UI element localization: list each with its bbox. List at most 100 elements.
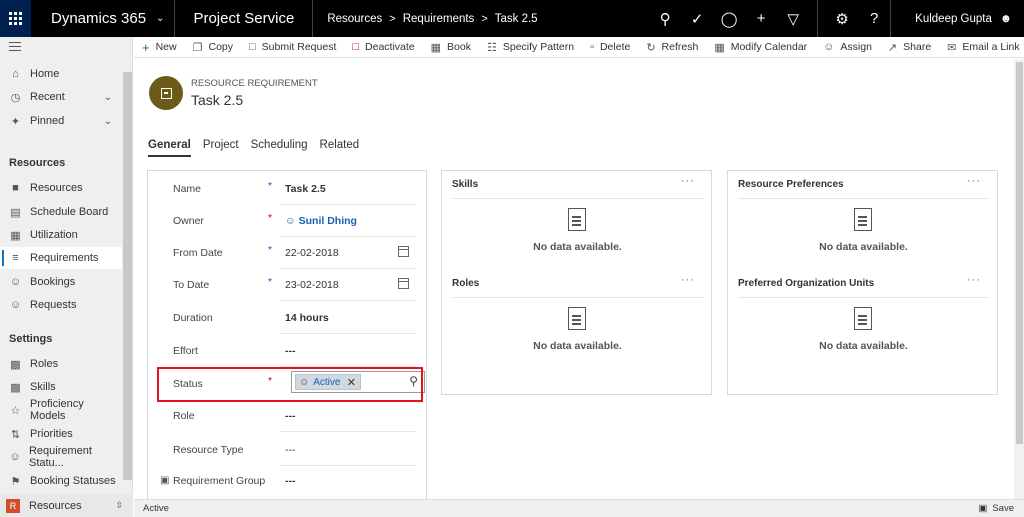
app-name: Dynamics 365: [51, 10, 147, 27]
remove-icon[interactable]: ✕: [347, 376, 356, 389]
specify-pattern-button[interactable]: ☷ Specify Pattern: [487, 41, 574, 54]
area-switcher-label: Resources: [29, 499, 82, 512]
tab-related[interactable]: Related: [320, 139, 360, 157]
new-button[interactable]: + New: [142, 40, 177, 55]
calendar-icon[interactable]: [398, 278, 409, 289]
search-icon[interactable]: ⚲: [649, 0, 681, 37]
command-label: Modify Calendar: [730, 41, 808, 53]
more-options-icon[interactable]: ···: [967, 274, 981, 286]
copy-button[interactable]: ❐ Copy: [193, 41, 233, 54]
recommended-indicator: *: [268, 180, 273, 192]
sidebar-item-requirements[interactable]: ≡ Requirements: [0, 247, 122, 269]
gear-icon[interactable]: ⚙: [826, 0, 858, 37]
from-date-input[interactable]: 22-02-2018: [285, 237, 339, 269]
sidebar-item-home[interactable]: ⌂ Home: [0, 63, 122, 85]
tab-scheduling[interactable]: Scheduling: [251, 139, 308, 157]
area-name[interactable]: Project Service: [175, 0, 314, 37]
sidebar-item-priorities[interactable]: ⇅ Priorities: [0, 423, 122, 445]
calendar-icon: ▦: [430, 41, 442, 54]
sidebar-item-bookings[interactable]: ☺ Bookings: [0, 271, 122, 293]
sidebar-item-booking-statuses[interactable]: ⚑ Booking Statuses: [0, 470, 122, 492]
board-icon: ▤: [10, 206, 21, 219]
share-icon: ↗: [887, 41, 898, 54]
tab-general[interactable]: General: [148, 139, 191, 157]
task-check-icon[interactable]: ✓: [681, 0, 713, 37]
owner-value[interactable]: Sunil Dhing: [299, 215, 357, 227]
chevron-down-icon[interactable]: ⌄: [104, 92, 112, 103]
sidebar-item-resources[interactable]: ■ Resources: [0, 177, 122, 199]
to-date-input[interactable]: 23-02-2018: [285, 269, 339, 301]
document-icon: [568, 307, 586, 330]
area-switcher[interactable]: R Resources ⇳: [0, 494, 133, 517]
save-button[interactable]: ▣ Save: [978, 503, 1014, 514]
sidebar-item-utilization[interactable]: ▦ Utilization: [0, 224, 122, 246]
help-icon[interactable]: ?: [858, 0, 890, 37]
chevron-down-icon[interactable]: ⌄: [104, 116, 112, 127]
deactivate-button[interactable]: □ Deactivate: [352, 41, 414, 53]
effort-input[interactable]: ---: [285, 335, 296, 367]
sitemap-sidebar: ⌂ Home ◷ Recent ⌄ ✦ Pinned ⌄ Resources ■…: [0, 37, 133, 517]
resource-type-input[interactable]: ---: [285, 434, 296, 466]
command-label: Email a Link: [962, 41, 1020, 53]
refresh-button[interactable]: ↻ Refresh: [646, 41, 698, 54]
lightbulb-icon[interactable]: ◯: [713, 0, 745, 37]
app-switcher[interactable]: Dynamics 365 ⌄: [31, 0, 176, 37]
filter-icon[interactable]: ▽: [777, 0, 809, 37]
hamburger-icon[interactable]: [9, 42, 21, 54]
share-button[interactable]: ↗ Share: [888, 41, 931, 54]
sidebar-scrollbar[interactable]: [123, 72, 132, 480]
breadcrumb-requirements[interactable]: Requirements: [403, 13, 475, 25]
command-label: Specify Pattern: [502, 41, 575, 53]
field-label: Resource Type: [173, 444, 244, 456]
submit-request-button[interactable]: □ Submit Request: [249, 41, 336, 53]
field-to-date: To Date * 23-02-2018: [148, 269, 428, 301]
search-icon[interactable]: ⚲: [409, 374, 418, 388]
sidebar-item-recent[interactable]: ◷ Recent ⌄: [0, 86, 122, 108]
main-scrollbar-thumb[interactable]: [1016, 62, 1023, 444]
modify-calendar-button[interactable]: ▦ Modify Calendar: [714, 41, 807, 54]
sidebar-item-pinned[interactable]: ✦ Pinned ⌄: [0, 110, 122, 132]
clock-icon: ◷: [10, 91, 21, 104]
status-value[interactable]: Active: [313, 377, 340, 388]
role-input[interactable]: ---: [285, 400, 296, 432]
field-name: Name * Task 2.5: [148, 173, 428, 205]
book-button[interactable]: ▦ Book: [431, 41, 471, 54]
owner-lookup[interactable]: ☺ Sunil Dhing: [285, 205, 357, 237]
name-input[interactable]: Task 2.5: [285, 173, 326, 205]
skills-subgrid: Skills ··· No data available.: [442, 171, 713, 271]
user-menu[interactable]: Kuldeep Gupta ☻: [890, 0, 1024, 37]
breadcrumb-resources[interactable]: Resources: [327, 13, 382, 25]
sidebar-item-requests[interactable]: ☺ Requests: [0, 294, 122, 316]
sidebar-item-label: Home: [30, 68, 60, 80]
more-options-icon[interactable]: ···: [967, 175, 981, 187]
status-entity-icon: ☺: [299, 376, 310, 388]
more-options-icon[interactable]: ···: [681, 175, 695, 187]
sidebar-item-proficiency-models[interactable]: ☆ Proficiency Models: [0, 398, 122, 422]
email-link-button[interactable]: ✉ Email a Link: [947, 41, 1019, 54]
sidebar-item-label: Schedule Board: [30, 206, 109, 218]
user-icon: ☻: [999, 12, 1012, 25]
people-icon: ☺: [9, 276, 22, 288]
delete-button[interactable]: ▫ Delete: [590, 41, 630, 53]
plus-icon[interactable]: +: [745, 0, 777, 37]
empty-message: No data available.: [819, 241, 908, 253]
duration-input[interactable]: 14 hours: [285, 302, 329, 334]
status-lookup-input[interactable]: ☺ Active ✕ ⚲: [291, 371, 425, 393]
area-badge: R: [6, 498, 20, 513]
tab-project[interactable]: Project: [203, 139, 239, 157]
sidebar-item-requirement-statuses[interactable]: ☺ Requirement Statu...: [0, 445, 122, 469]
app-launcher-icon[interactable]: [0, 0, 31, 37]
sidebar-item-skills[interactable]: ▩ Skills: [0, 376, 122, 398]
more-options-icon[interactable]: ···: [681, 274, 695, 286]
skill-icon: ▩: [10, 381, 21, 394]
field-owner: Owner * ☺ Sunil Dhing: [148, 205, 428, 237]
sidebar-item-roles[interactable]: ▩ Roles: [0, 353, 122, 375]
assign-button[interactable]: ☺ Assign: [823, 41, 872, 53]
section-title: Preferred Organization Units: [738, 278, 875, 289]
calendar-icon[interactable]: [398, 246, 409, 257]
empty-message: No data available.: [533, 340, 622, 352]
status-tag[interactable]: ☺ Active ✕: [295, 374, 361, 390]
calendar-icon: ▦: [714, 41, 725, 54]
chart-icon: ▦: [10, 229, 21, 242]
sidebar-item-schedule-board[interactable]: ▤ Schedule Board: [0, 201, 122, 223]
